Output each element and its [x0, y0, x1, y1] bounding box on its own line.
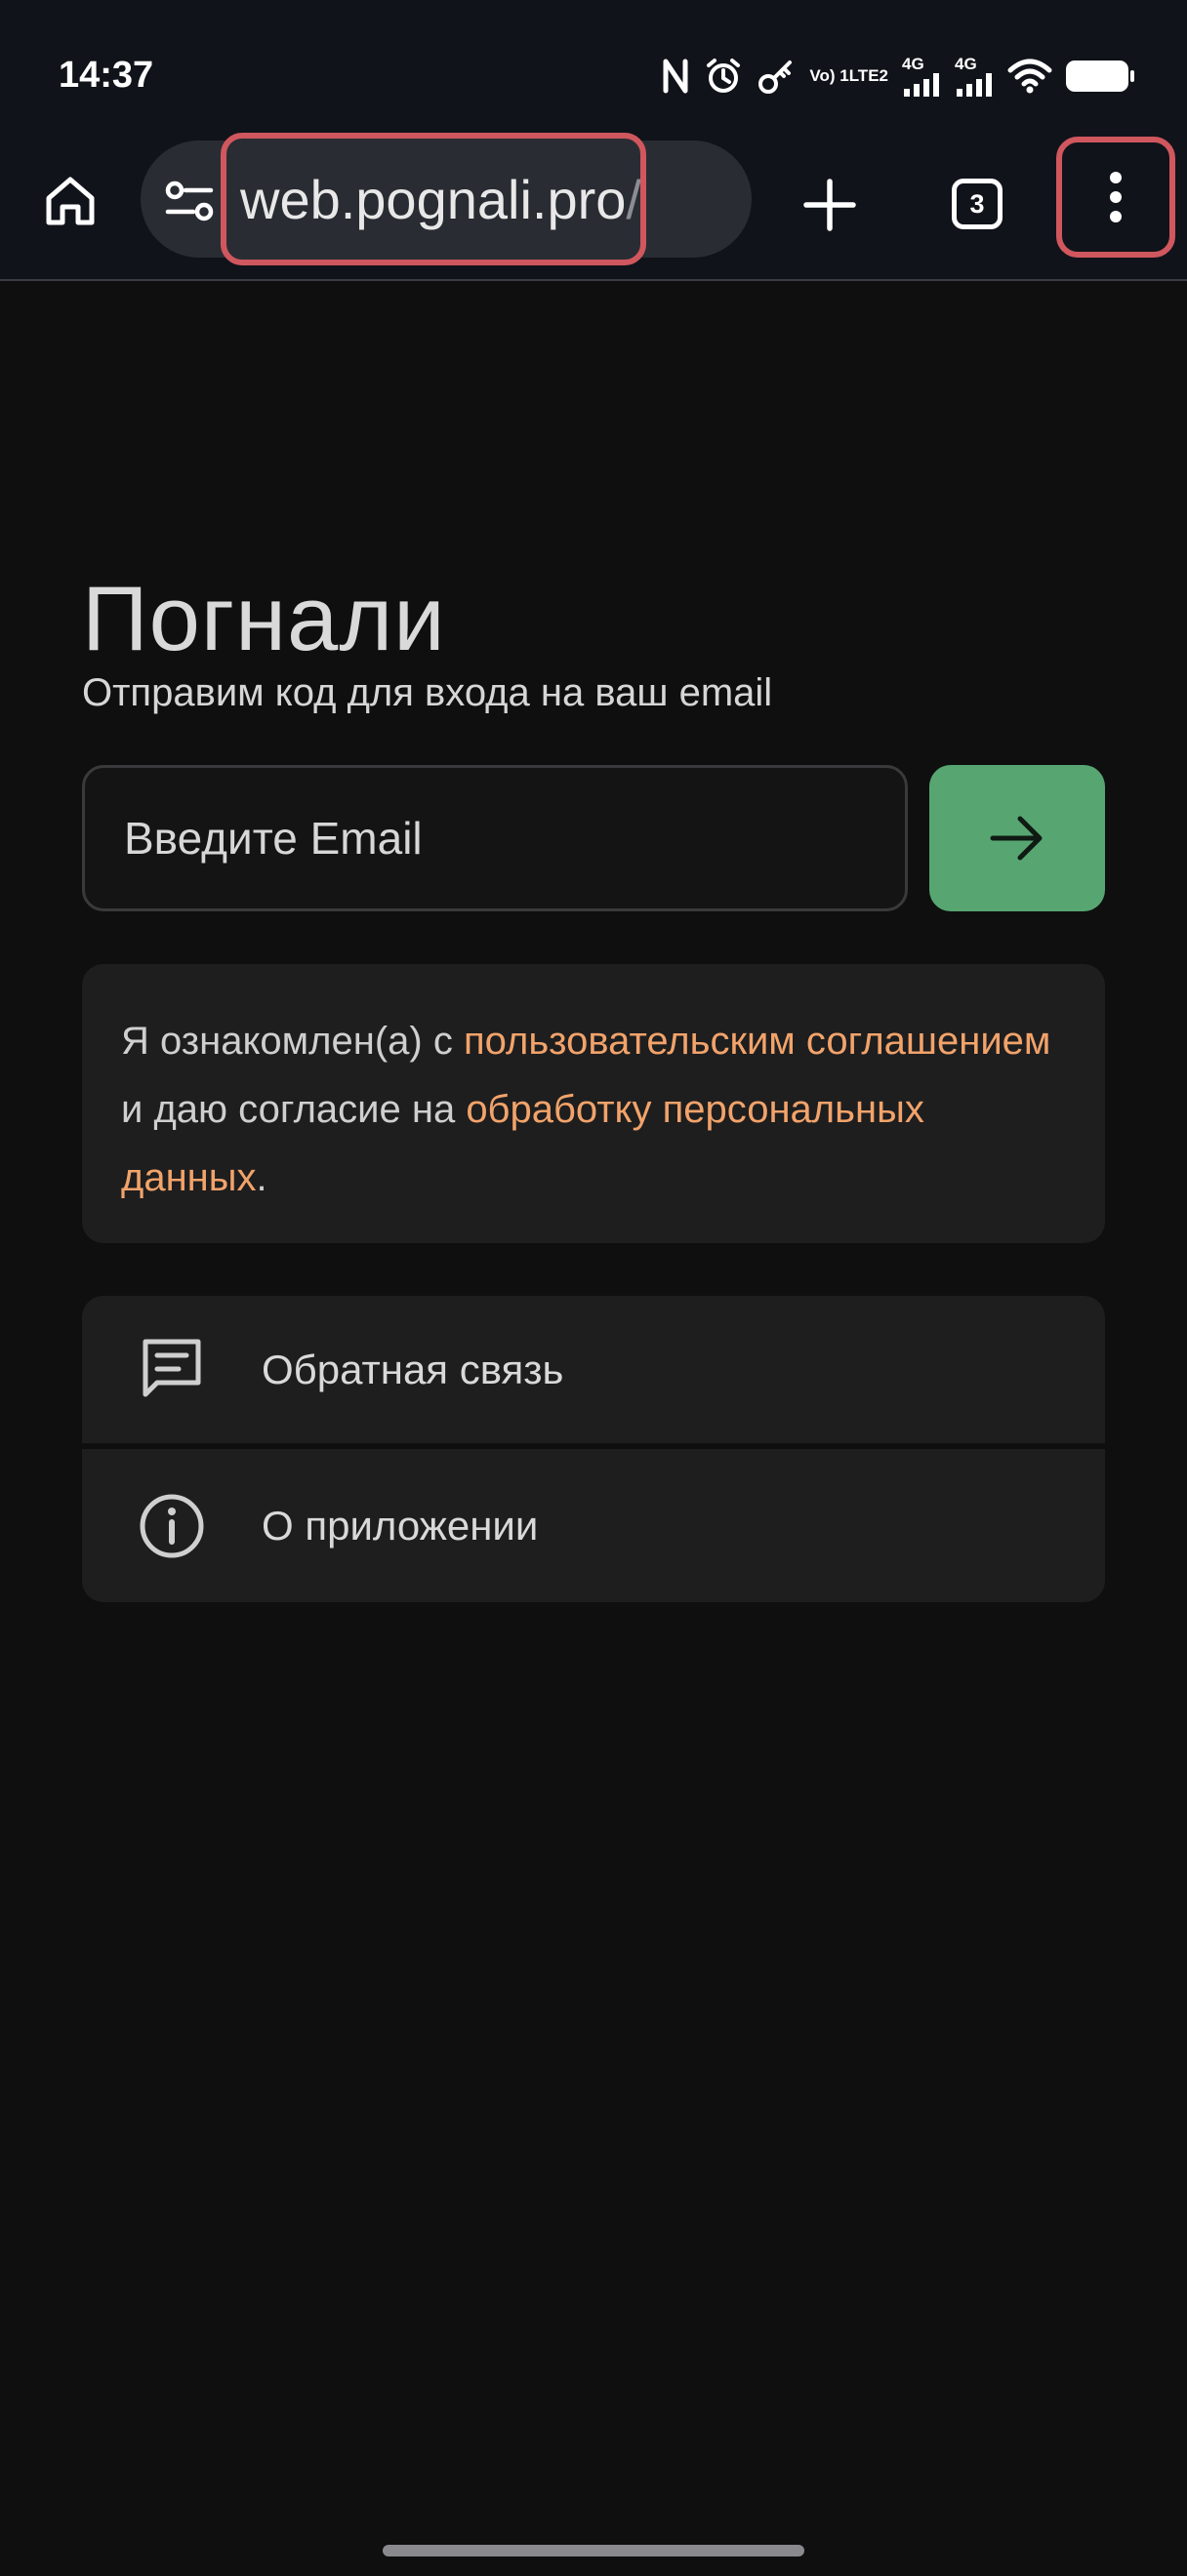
- consent-suffix: .: [256, 1156, 267, 1199]
- submit-button[interactable]: [929, 765, 1105, 911]
- new-tab-button[interactable]: [791, 166, 869, 244]
- alarm-icon: [704, 57, 743, 96]
- menu-card: Обратная связь О приложении: [82, 1296, 1105, 1602]
- menu-item-feedback[interactable]: Обратная связь: [82, 1296, 1105, 1444]
- url-text: web.pognali.pro/auth: [240, 169, 641, 230]
- menu-item-label: О приложении: [262, 1503, 539, 1549]
- email-input[interactable]: [82, 765, 908, 911]
- site-settings-button[interactable]: [164, 176, 215, 226]
- nfc-icon: [661, 58, 690, 95]
- browser-toolbar: web.pognali.pro/auth 3: [0, 133, 1187, 281]
- address-bar[interactable]: web.pognali.pro/auth: [141, 133, 752, 265]
- plus-icon: [803, 179, 856, 231]
- battery-icon: [1066, 60, 1134, 92]
- feedback-icon: [133, 1331, 211, 1409]
- menu-divider: [82, 1443, 1105, 1449]
- home-button[interactable]: [35, 166, 105, 236]
- user-agreement-link[interactable]: пользовательским соглашением: [464, 1020, 1050, 1063]
- consent-prefix: Я ознакомлен(а) с: [121, 1020, 464, 1063]
- tab-switcher-button[interactable]: 3: [943, 170, 1011, 238]
- tabs-icon: 3: [952, 179, 1003, 229]
- wifi-icon: [1007, 59, 1052, 94]
- status-bar: 14:37 Vo) 1 LTE2 4G 4G: [0, 0, 1187, 137]
- lte-indicator: Vo) 1 LTE2: [809, 66, 888, 85]
- page-subtitle: Отправим код для входа на ваш email: [82, 671, 773, 714]
- home-icon: [46, 177, 95, 225]
- key-icon: [757, 57, 796, 96]
- status-time: 14:37: [59, 55, 154, 96]
- consent-card: Я ознакомлен(а) с пользовательским согла…: [82, 964, 1105, 1243]
- menu-item-about[interactable]: О приложении: [82, 1452, 1105, 1600]
- tab-count: 3: [969, 188, 985, 219]
- more-vert-icon: [1110, 172, 1122, 222]
- menu-item-label: Обратная связь: [262, 1347, 564, 1392]
- home-indicator[interactable]: [383, 2545, 804, 2556]
- signal-icon: 4G: [955, 56, 994, 97]
- browser-menu-button[interactable]: [1056, 137, 1175, 258]
- url-field[interactable]: web.pognali.pro/auth: [221, 133, 646, 265]
- status-icons: Vo) 1 LTE2 4G 4G: [661, 55, 1134, 98]
- consent-middle: и даю согласие на: [121, 1088, 467, 1131]
- site-settings-icon: [165, 181, 214, 221]
- arrow-right-icon: [990, 816, 1043, 861]
- page-title: Погнали: [82, 567, 446, 669]
- info-icon: [133, 1487, 211, 1565]
- signal-icon: 4G: [902, 56, 941, 97]
